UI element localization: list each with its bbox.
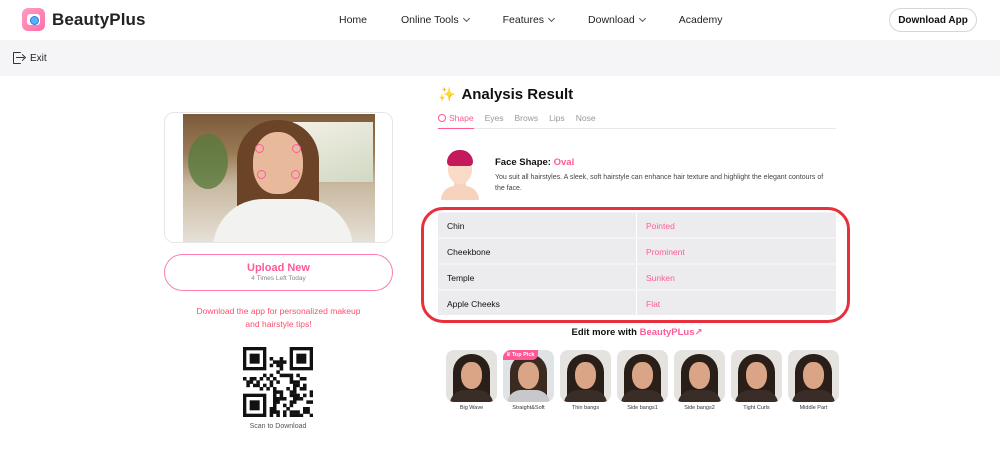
scan-to-download-label: Scan to Download	[249, 423, 307, 430]
face-shape-heading: Face Shape: Oval	[495, 157, 574, 168]
uploaded-photo-card	[164, 112, 393, 243]
download-app-button[interactable]: Download App	[889, 8, 977, 32]
face-landmark-marker	[292, 144, 301, 153]
hairstyle-thumbnail	[788, 350, 839, 402]
hairstyle-thumbnail	[617, 350, 668, 402]
edit-more-link[interactable]: Edit more with BeautyPLus↗	[438, 327, 836, 338]
crown-icon: ♛	[506, 352, 511, 358]
nav-home-label: Home	[339, 14, 368, 26]
hairstyle-label: Side bangs2	[684, 405, 715, 411]
upload-new-label: Upload New	[247, 262, 310, 274]
tab-nose-label: Nose	[575, 113, 596, 123]
uploads-remaining: 4 Times Left Today	[251, 275, 306, 282]
tab-eyes-label: Eyes	[484, 113, 504, 123]
tab-lips[interactable]: Lips	[549, 113, 565, 129]
hairstyle-item[interactable]: Middle Part	[788, 350, 839, 415]
hairstyle-label: Tight Curls	[743, 405, 770, 411]
face-outline-icon	[438, 114, 446, 122]
hairstyle-item[interactable]: Side bangs2	[674, 350, 725, 415]
sparkle-icon: ✨	[438, 86, 456, 102]
hairstyle-item[interactable]: ♛ Top Pick Straight&Soft	[503, 350, 554, 415]
nav-download-label: Download	[588, 14, 635, 26]
hairstyle-thumbnail	[731, 350, 782, 402]
tab-nose[interactable]: Nose	[576, 113, 596, 129]
camera-logo-icon	[22, 8, 45, 31]
promo-line-2: and hairstyle tips!	[245, 319, 312, 329]
nav-academy-label: Academy	[678, 14, 723, 26]
hairstyle-thumbnail	[446, 350, 497, 402]
hairstyle-item[interactable]: Thin bangs	[560, 350, 611, 415]
nav-online-tools-label: Online Tools	[401, 14, 459, 26]
top-pick-label: Top Pick	[511, 352, 535, 358]
face-landmark-marker	[257, 170, 266, 179]
hairstyle-item[interactable]: Big Wave	[446, 350, 497, 415]
analysis-title-text: Analysis Result	[461, 86, 574, 103]
hairstyle-label: Thin bangs	[571, 405, 600, 411]
face-shape-avatar	[441, 148, 479, 200]
upload-new-button[interactable]: Upload New 4 Times Left Today	[164, 254, 393, 291]
edit-more-prefix: Edit more with	[571, 327, 637, 338]
promo-line-1: Download the app for personalized makeup	[196, 306, 361, 316]
tab-eyes[interactable]: Eyes	[485, 113, 504, 129]
face-landmark-marker	[291, 170, 300, 179]
exit-icon	[12, 52, 24, 64]
brand-name: BeautyPlus	[52, 9, 146, 29]
nav-academy[interactable]: Academy	[679, 14, 723, 26]
edit-more-brand: BeautyPLus↗	[639, 327, 703, 338]
app-promo-text: Download the app for personalized makeup…	[164, 305, 393, 331]
nav-features-label: Features	[502, 14, 545, 26]
nav-download[interactable]: Download	[588, 14, 646, 26]
main-nav: Home Online Tools Features Download Acad…	[339, 0, 757, 40]
chevron-down-icon	[638, 14, 646, 23]
tab-shape[interactable]: Shape	[438, 113, 474, 129]
nav-home[interactable]: Home	[339, 14, 367, 26]
analysis-tabs: Shape Eyes Brows Lips Nose	[438, 113, 836, 129]
chevron-down-icon	[548, 14, 556, 23]
download-qr-code	[243, 347, 313, 417]
face-shape-label: Face Shape:	[495, 157, 551, 168]
face-shape-description: You suit all hairstyles. A sleek, soft h…	[495, 174, 824, 192]
nav-online-tools[interactable]: Online Tools	[401, 14, 470, 26]
tab-brows[interactable]: Brows	[515, 113, 539, 129]
hairstyle-item[interactable]: Side bangs1	[617, 350, 668, 415]
uploaded-photo	[183, 114, 375, 242]
nav-features[interactable]: Features	[502, 14, 556, 26]
top-pick-badge: ♛ Top Pick	[503, 350, 539, 360]
hairstyle-label: Side bangs1	[627, 405, 658, 411]
brand-logo[interactable]: BeautyPlus	[22, 8, 146, 31]
hairstyle-label: Big Wave	[459, 405, 484, 411]
hairstyle-carousel: Big Wave ♛ Top Pick Straight&Soft Thin ba…	[446, 350, 839, 415]
exit-label: Exit	[30, 52, 47, 64]
highlight-annotation	[421, 207, 850, 323]
face-landmark-marker	[255, 144, 264, 153]
hairstyle-thumbnail	[560, 350, 611, 402]
hairstyle-label: Straight&Soft	[512, 405, 545, 411]
tab-shape-label: Shape	[449, 113, 474, 123]
hairstyle-label: Middle Part	[799, 405, 828, 411]
tab-lips-label: Lips	[549, 113, 565, 123]
exit-bar: Exit	[0, 40, 1000, 76]
top-navbar: BeautyPlus Home Online Tools Features Do…	[0, 0, 1000, 40]
tab-brows-label: Brows	[514, 113, 539, 123]
hairstyle-thumbnail	[674, 350, 725, 402]
exit-button[interactable]: Exit	[12, 52, 47, 64]
chevron-down-icon	[462, 14, 470, 23]
analysis-title: ✨ Analysis Result	[438, 86, 573, 103]
hairstyle-item[interactable]: Tight Curls	[731, 350, 782, 415]
face-shape-value: Oval	[553, 157, 575, 168]
